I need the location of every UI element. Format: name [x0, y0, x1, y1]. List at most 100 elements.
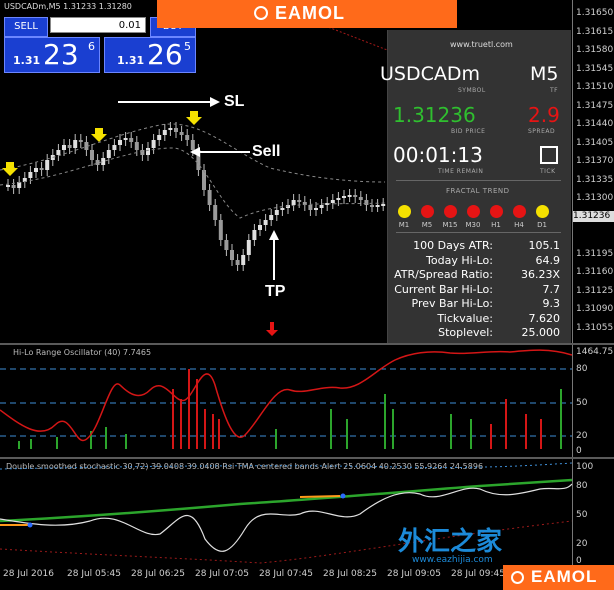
- stat-value: 7.620: [528, 311, 561, 325]
- stat-row: Prev Bar Hi-Lo: 9.3: [388, 297, 563, 311]
- time-tick: 28 Jul 2016: [3, 569, 54, 579]
- osc1-level-20: 20: [576, 431, 588, 441]
- main-chart[interactable]: USDCADm,M5 1.31233 1.31280 SL Sell TP SE…: [0, 0, 614, 346]
- osc2-level-50: 50: [576, 510, 588, 520]
- trend-dot-m5-icon: [421, 205, 434, 218]
- bid-label: BID PRICE: [451, 128, 486, 135]
- red-up-arrow: [266, 322, 278, 336]
- lot-size-input[interactable]: 0.01: [50, 17, 146, 33]
- symbol-label: SYMBOL: [458, 87, 486, 94]
- buy-price-sup: 5: [184, 40, 191, 53]
- time-tick: 28 Jul 09:05: [387, 569, 441, 579]
- buy-price-box[interactable]: 1.31 26 5: [104, 37, 196, 73]
- osc2-axis-line: [572, 459, 573, 567]
- time-tick: 28 Jul 08:25: [323, 569, 377, 579]
- dashboard-symbol: USDCADm: [380, 63, 481, 85]
- osc1-level-50: 50: [576, 398, 588, 408]
- osc1-level-0: 0: [576, 446, 582, 456]
- stat-key: 100 Days ATR:: [413, 239, 493, 252]
- stat-key: Current Bar Hi-Lo:: [394, 282, 493, 296]
- time-tick: 28 Jul 09:45: [451, 569, 505, 579]
- trend-tf-label: M15: [442, 221, 458, 229]
- sell-annotation: Sell: [252, 143, 281, 160]
- eamol-bottom-badge: EAMOL: [503, 565, 614, 590]
- sl-annotation: SL: [224, 93, 245, 110]
- dashboard-tf: M5: [530, 63, 559, 85]
- stat-value: 25.000: [521, 326, 561, 339]
- fractal-arrow-3: [186, 111, 202, 125]
- trend-tf-label: H4: [514, 221, 524, 229]
- dashboard-spread: 2.9: [528, 103, 560, 127]
- sell-button[interactable]: SELL: [4, 17, 48, 37]
- stochastic-pane[interactable]: Double smoothed stochastic 30,72) 39.040…: [0, 459, 614, 567]
- spread-label: SPREAD: [528, 128, 556, 135]
- price-tick: 1.31405: [576, 137, 614, 148]
- price-tick: 1.31160: [576, 267, 614, 277]
- trend-tf-label: M30: [465, 221, 481, 229]
- price-tick: 1.31335: [576, 174, 614, 185]
- price-tick: 1.31300: [576, 193, 614, 203]
- osc2-level-20: 20: [576, 539, 588, 549]
- sell-price-big: 23: [43, 38, 79, 71]
- price-tick: 1.31545: [576, 63, 614, 74]
- stat-row: Current Bar Hi-Lo: 7.7: [388, 283, 563, 297]
- price-tick: 1.31125: [576, 285, 614, 296]
- stat-key: Prev Bar Hi-Lo:: [411, 297, 493, 310]
- eamol-top-banner: EAMOL: [157, 0, 457, 28]
- price-tick: 1.31580: [576, 45, 614, 55]
- trend-tf-label: D1: [537, 221, 547, 229]
- eamol-top-text: EAMOL: [275, 3, 345, 23]
- price-tick: 1.31055: [576, 322, 614, 333]
- info-dashboard: www.truetl.com USDCADm SYMBOL M5 TF 1.31…: [380, 30, 571, 346]
- sell-price-sup: 6: [88, 40, 95, 53]
- tp-annotation: TP: [265, 283, 286, 300]
- eamol-logo-icon: [254, 6, 268, 20]
- stat-value: 64.9: [535, 253, 561, 267]
- stat-value: 9.3: [542, 297, 561, 310]
- sell-price-prefix: 1.31: [13, 54, 41, 67]
- tick-indicator-icon: [540, 146, 558, 164]
- osc1-level-max: 1464.75: [576, 347, 614, 357]
- dashboard-time: 00:01:13: [393, 143, 483, 167]
- price-tick: 1.31195: [576, 248, 614, 259]
- forex-watermark-url: www.eazhijia.com: [412, 555, 493, 565]
- trend-tf-label: M1: [398, 221, 410, 229]
- stat-key: Tickvalue:: [437, 311, 493, 325]
- stat-key: Stoplevel:: [438, 326, 493, 339]
- price-tick: 1.31440: [576, 119, 614, 129]
- stat-value: 7.7: [542, 282, 561, 296]
- fractal-arrow-1: [2, 162, 18, 176]
- tick-label: TICK: [540, 168, 556, 175]
- trend-dot-m30-icon: [467, 205, 480, 218]
- stat-row: Today Hi-Lo: 64.9: [388, 254, 563, 268]
- dashboard-site: www.truetl.com: [450, 40, 513, 49]
- stat-row: Stoplevel: 25.000: [388, 326, 563, 340]
- stat-row: Tickvalue: 7.620: [388, 312, 563, 326]
- price-tick: 1.31510: [576, 82, 614, 92]
- dashboard-divider: [396, 180, 561, 181]
- sell-price-box[interactable]: 1.31 23 6: [4, 37, 100, 73]
- time-label: TIME REMAIN: [438, 168, 484, 175]
- time-tick: 28 Jul 07:45: [259, 569, 313, 579]
- price-tick: 1.31650: [576, 8, 614, 18]
- stat-value: 105.1: [528, 239, 561, 252]
- dashboard-bid: 1.31236: [393, 103, 476, 127]
- tf-label: TF: [550, 87, 559, 94]
- price-axis-line: [572, 0, 573, 343]
- hilo-oscillator-pane[interactable]: Hi-Lo Range Oscillator (40) 7.7465 1464.…: [0, 345, 614, 457]
- price-tick: 1.31475: [576, 100, 614, 111]
- stat-key: ATR/Spread Ratio:: [394, 268, 493, 281]
- time-tick: 28 Jul 06:25: [131, 569, 185, 579]
- osc2-level-80: 80: [576, 481, 588, 491]
- dashboard-divider-2: [396, 232, 561, 233]
- osc1-level-80: 80: [576, 364, 588, 374]
- current-price-tag: 1.31236: [573, 211, 614, 222]
- osc2-level-100: 100: [576, 462, 594, 472]
- price-tick: 1.31090: [576, 304, 614, 314]
- price-tick: 1.31615: [576, 26, 614, 37]
- time-tick: 28 Jul 05:45: [67, 569, 121, 579]
- trend-tf-label: M5: [421, 221, 433, 229]
- fractal-label: FRACTAL TREND: [446, 187, 510, 195]
- stat-row: 100 Days ATR: 105.1: [388, 239, 563, 253]
- osc1-plot[interactable]: [0, 345, 572, 457]
